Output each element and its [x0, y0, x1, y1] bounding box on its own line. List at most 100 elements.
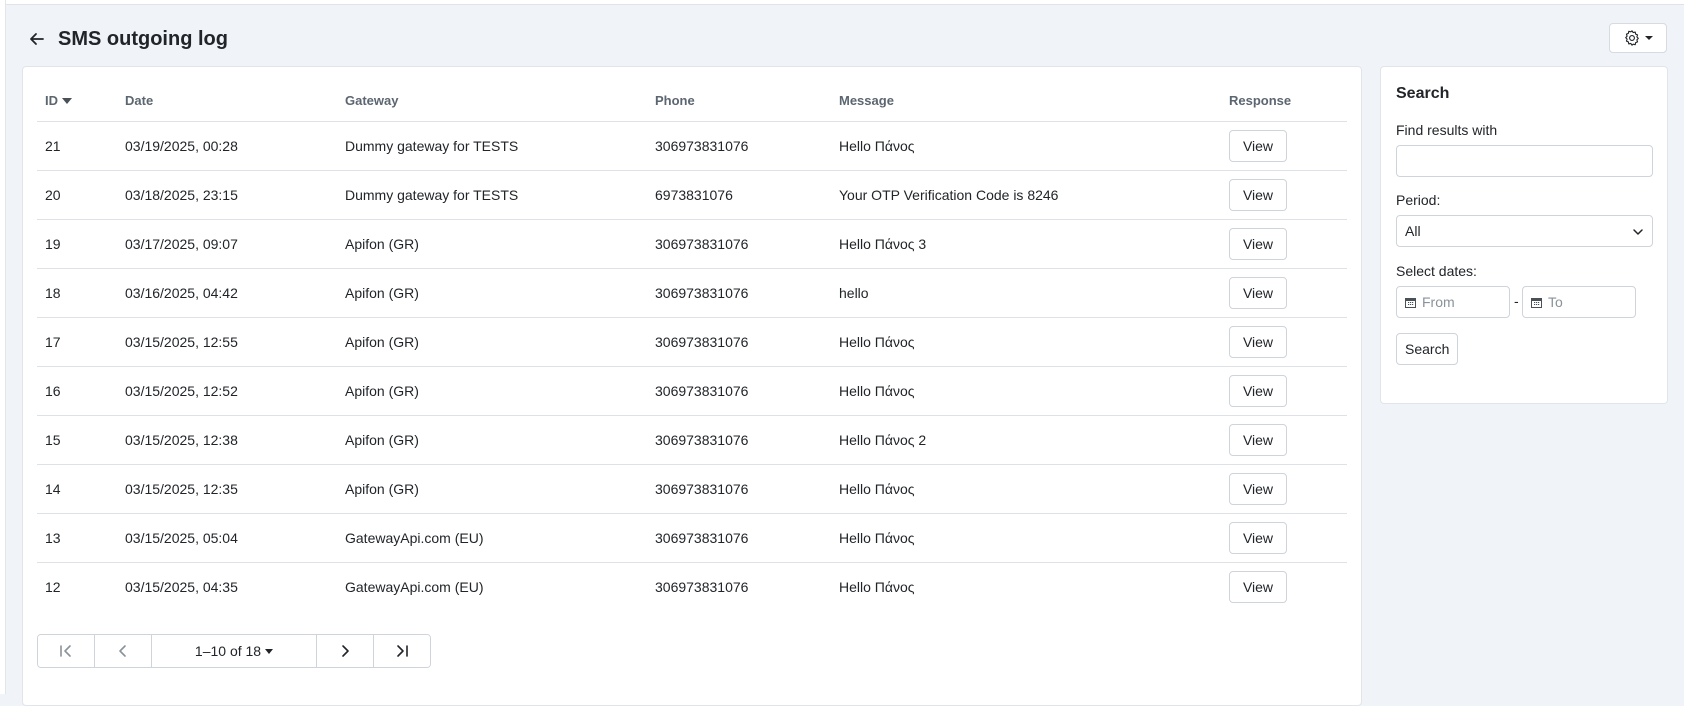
page-range-label: 1–10 of 18	[194, 643, 262, 659]
cell-message: Hello Πάνος	[831, 317, 1221, 367]
cell-phone: 6973831076	[647, 170, 831, 220]
cell-date: 03/15/2025, 12:35	[117, 464, 337, 514]
cell-date: 03/15/2025, 12:38	[117, 415, 337, 465]
next-page-button[interactable]	[317, 635, 374, 667]
cell-gateway: Apifon (GR)	[337, 366, 647, 416]
cell-message: Hello Πάνος 3	[831, 219, 1221, 269]
log-table: ID Date Gateway Phone Message Response 2…	[37, 79, 1347, 611]
col-header-date[interactable]: Date	[117, 79, 337, 122]
cell-response: View	[1221, 268, 1347, 318]
cell-date: 03/18/2025, 23:15	[117, 170, 337, 220]
cell-id: 14	[37, 464, 117, 514]
select-dates-label: Select dates:	[1396, 263, 1477, 279]
first-page-icon	[60, 645, 71, 657]
view-button[interactable]: View	[1229, 179, 1287, 211]
cell-phone: 306973831076	[647, 513, 831, 563]
log-card: ID Date Gateway Phone Message Response 2…	[22, 66, 1362, 706]
chevron-down-icon	[1633, 229, 1643, 235]
period-select[interactable]: All	[1396, 215, 1653, 247]
cell-id: 21	[37, 121, 117, 171]
view-button[interactable]: View	[1229, 571, 1287, 603]
cell-message: Hello Πάνος	[839, 579, 915, 595]
calendar-icon	[1405, 297, 1416, 308]
cell-message: Hello Πάνος	[831, 513, 1221, 563]
cell-phone: 306973831076	[647, 464, 831, 514]
last-page-button[interactable]	[374, 635, 430, 667]
cell-date: 03/17/2025, 09:07	[117, 219, 337, 269]
table-row: 13 03/15/2025, 05:04 GatewayApi.com (EU)…	[37, 513, 1347, 563]
table-row: 18 03/16/2025, 04:42 Apifon (GR) 3069738…	[37, 268, 1347, 318]
view-button[interactable]: View	[1229, 277, 1287, 309]
first-page-button[interactable]	[38, 635, 95, 667]
cell-id: 19	[37, 219, 117, 269]
col-header-id[interactable]: ID	[37, 79, 117, 122]
view-button[interactable]: View	[1229, 473, 1287, 505]
cell-gateway: Apifon (GR)	[337, 268, 647, 318]
cell-response: View	[1221, 121, 1347, 171]
cell-id: 20	[37, 170, 117, 220]
search-button[interactable]: Search	[1396, 333, 1459, 365]
table-row: 20 03/18/2025, 23:15 Dummy gateway for T…	[37, 170, 1347, 220]
table-row: 17 03/15/2025, 12:55 Apifon (GR) 3069738…	[37, 317, 1347, 367]
back-button[interactable]	[26, 28, 48, 50]
find-results-input[interactable]	[1396, 145, 1653, 177]
cell-response: View	[1221, 415, 1347, 465]
date-separator: -	[1514, 293, 1519, 309]
cell-phone: 306973831076	[647, 366, 831, 416]
previous-page-button[interactable]	[95, 635, 152, 667]
cell-message: Hello Πάνος	[831, 464, 1221, 514]
period-label: Period:	[1396, 192, 1441, 208]
chevron-down-icon	[1644, 36, 1653, 40]
cell-phone: 306973831076	[647, 415, 831, 465]
cell-id: 12	[45, 579, 61, 595]
date-from-input[interactable]: From	[1396, 286, 1510, 318]
view-button[interactable]: View	[1229, 326, 1287, 358]
col-header-response: Response	[1221, 79, 1347, 122]
col-header-gateway[interactable]: Gateway	[337, 79, 647, 122]
search-panel: Search Find results with Period: All Sel…	[1380, 66, 1668, 404]
find-results-label: Find results with	[1396, 122, 1498, 138]
calendar-icon	[1531, 297, 1542, 308]
view-button[interactable]: View	[1229, 424, 1287, 456]
settings-button[interactable]	[1609, 23, 1667, 53]
date-to-placeholder: To	[1548, 294, 1563, 310]
cell-gateway: Dummy gateway for TESTS	[337, 121, 647, 171]
view-button[interactable]: View	[1229, 375, 1287, 407]
date-to-input[interactable]: To	[1522, 286, 1636, 318]
cell-gateway: Apifon (GR)	[337, 317, 647, 367]
date-from-placeholder: From	[1422, 294, 1455, 310]
col-header-message[interactable]: Message	[831, 79, 1221, 122]
last-page-icon	[397, 645, 408, 657]
col-header-phone[interactable]: Phone	[647, 79, 831, 122]
cell-gateway: Dummy gateway for TESTS	[337, 170, 647, 220]
cell-phone: 306973831076	[647, 121, 831, 171]
cell-gateway: Apifon (GR)	[337, 219, 647, 269]
page-title: SMS outgoing log	[58, 27, 228, 50]
table-row: 14 03/15/2025, 12:35 Apifon (GR) 3069738…	[37, 464, 1347, 514]
view-button[interactable]: View	[1229, 522, 1287, 554]
table-row: 12 03/15/2025, 04:35 GatewayApi.com (EU)…	[37, 563, 1347, 612]
period-selected-value: All	[1405, 223, 1421, 239]
cell-response: View	[1221, 317, 1347, 367]
cell-response: View	[1221, 464, 1347, 514]
arrow-left-icon	[30, 33, 44, 45]
search-panel-title: Search	[1396, 85, 1450, 102]
cell-gateway: GatewayApi.com (EU)	[345, 579, 484, 595]
page-header: SMS outgoing log	[26, 24, 228, 54]
chevron-right-icon	[342, 645, 349, 657]
table-row: 21 03/19/2025, 00:28 Dummy gateway for T…	[37, 121, 1347, 171]
view-button[interactable]: View	[1229, 130, 1287, 162]
cell-response: View	[1221, 219, 1347, 269]
cell-date: 03/19/2025, 00:28	[117, 121, 337, 171]
page-range-dropdown[interactable]: 1–10 of 18	[152, 635, 317, 667]
cell-response: View	[1221, 513, 1347, 563]
view-button[interactable]: View	[1229, 228, 1287, 260]
table-row: 15 03/15/2025, 12:38 Apifon (GR) 3069738…	[37, 415, 1347, 465]
cell-gateway: Apifon (GR)	[337, 464, 647, 514]
cell-id: 13	[37, 513, 117, 563]
cell-response: View	[1221, 563, 1347, 612]
top-strip	[0, 0, 1684, 5]
cell-phone: 306973831076	[647, 219, 831, 269]
cell-gateway: GatewayApi.com (EU)	[337, 513, 647, 563]
cell-response: View	[1221, 170, 1347, 220]
